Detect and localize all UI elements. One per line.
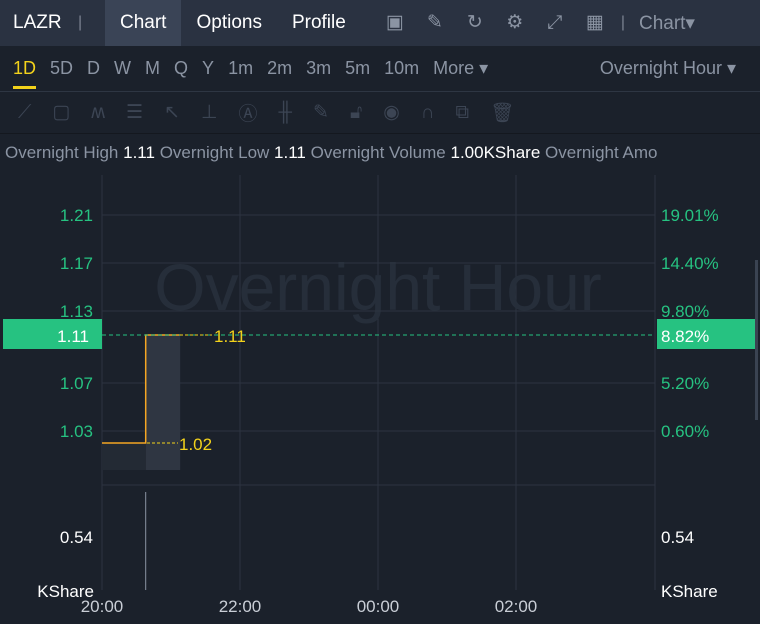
volume-unit-right: KShare (661, 582, 718, 601)
price-chart[interactable]: 20:00 22:00 00:00 02:00Overnight Hour1.21 19… (0, 0, 760, 624)
watermark: Overnight Hour (154, 250, 602, 324)
time-tick: 02:00 (495, 597, 538, 616)
pct-tick: 5.20% (661, 374, 709, 393)
price-tick: 1.07 (60, 374, 93, 393)
time-tick: 00:00 (357, 597, 400, 616)
current-price: 1.11 (57, 327, 89, 346)
pct-tick: 19.01% (661, 206, 719, 225)
price-tick: 1.17 (60, 254, 93, 273)
price-tick: 1.03 (60, 422, 93, 441)
current-pct: 8.82% (661, 327, 709, 346)
price-tick: 1.21 (60, 206, 93, 225)
pct-tick: 14.40% (661, 254, 719, 273)
volume-tick-right: 0.54 (661, 528, 694, 547)
price-area (102, 443, 146, 470)
price-tick: 1.13 (60, 302, 93, 321)
low-label: 1.02 (179, 435, 212, 454)
pct-tick: 9.80% (661, 302, 709, 321)
price-area (145, 335, 181, 470)
volume-tick: 0.54 (60, 528, 93, 547)
scrollbar[interactable] (755, 260, 758, 420)
high-label: 1.11 (214, 327, 246, 346)
pct-tick: 0.60% (661, 422, 709, 441)
time-tick: 22:00 (219, 597, 262, 616)
volume-unit: KShare (37, 582, 94, 601)
